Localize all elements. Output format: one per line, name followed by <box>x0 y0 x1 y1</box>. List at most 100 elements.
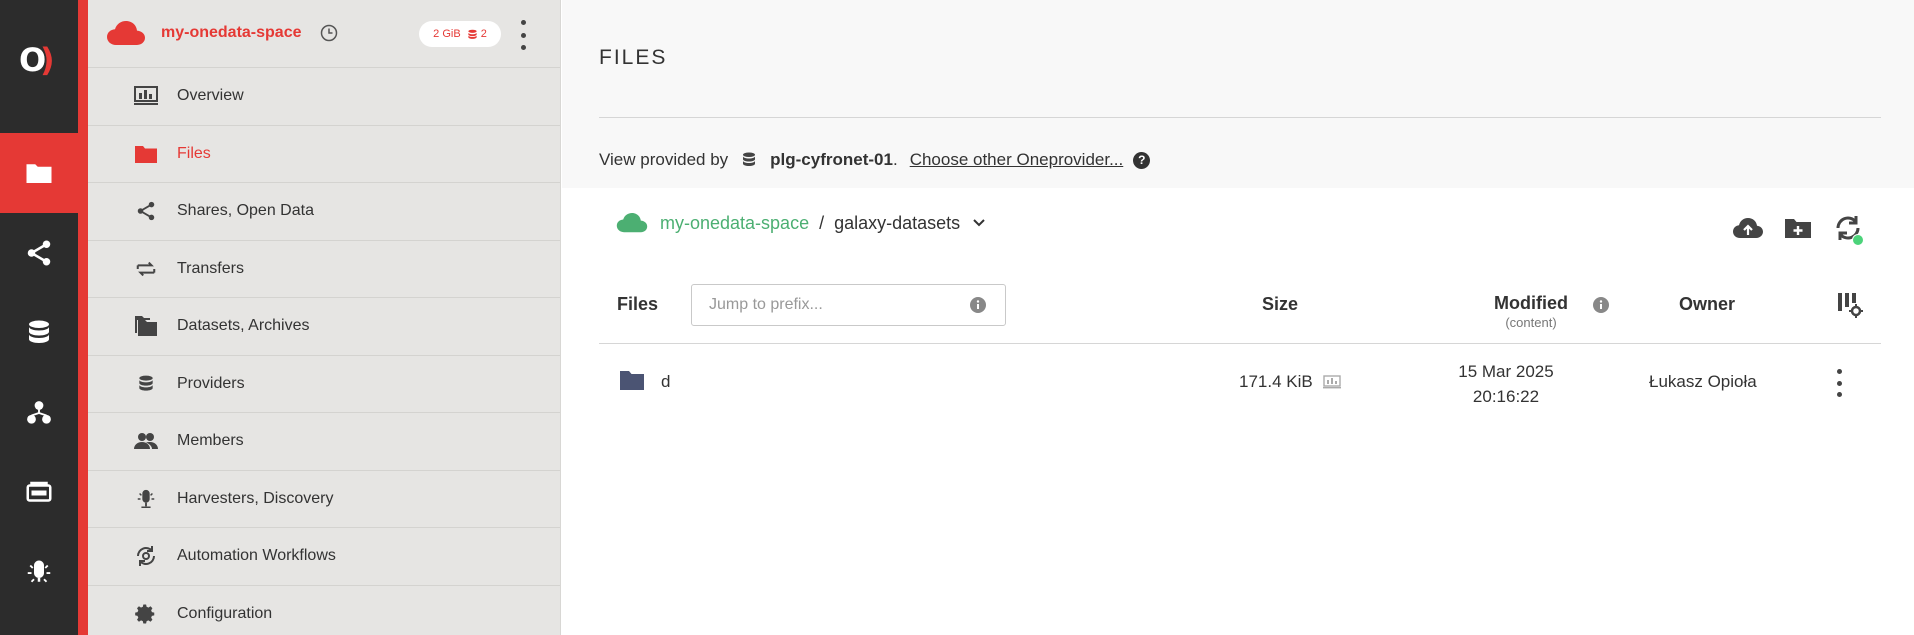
space-sidebar: my-onedata-space 2 GiB 2 Overview Files <box>88 0 561 635</box>
sidebar-item-datasets[interactable]: Datasets, Archives <box>88 298 560 356</box>
space-name[interactable]: my-onedata-space <box>161 24 302 42</box>
sidebar-item-transfers[interactable]: Transfers <box>88 241 560 298</box>
harvester-icon <box>27 560 51 583</box>
cloud-upload-icon <box>1733 218 1763 238</box>
sidebar-item-harvesters[interactable]: Harvesters, Discovery <box>88 471 560 528</box>
sidebar-item-label: Configuration <box>177 604 273 622</box>
breadcrumb-separator: / <box>819 212 825 233</box>
sidebar-item-label: Transfers <box>177 259 244 277</box>
column-header-files[interactable]: Files <box>617 294 658 315</box>
breadcrumb-space[interactable]: my-onedata-space <box>660 213 809 234</box>
space-badges[interactable]: 2 GiB 2 <box>419 21 501 47</box>
chevron-down-icon[interactable] <box>972 218 986 228</box>
column-header-owner[interactable]: Owner <box>1679 294 1735 315</box>
new-directory-button[interactable] <box>1782 212 1814 244</box>
space-header: my-onedata-space 2 GiB 2 <box>88 0 560 68</box>
space-more-button[interactable] <box>518 20 528 50</box>
sidebar-item-configuration[interactable]: Configuration <box>88 586 560 635</box>
sidebar-item-automation[interactable]: Automation Workflows <box>88 528 560 586</box>
share-icon <box>133 198 159 224</box>
database-icon <box>743 152 756 166</box>
rail-item-shares[interactable] <box>0 213 78 293</box>
database-icon <box>468 29 477 39</box>
column-header-modified-label: Modified <box>1494 293 1568 313</box>
sidebar-item-label: Automation Workflows <box>177 547 336 565</box>
automation-icon <box>133 543 159 569</box>
quota-badge: 2 GiB <box>433 28 461 40</box>
sidebar-item-overview[interactable]: Overview <box>88 68 560 126</box>
providers-count: 2 <box>480 28 487 40</box>
rail-item-tokens[interactable] <box>0 453 78 533</box>
status-dot <box>1852 234 1864 246</box>
file-owner: Łukasz Opioła <box>1649 372 1757 391</box>
rail-accent-bar <box>78 0 88 635</box>
table-row[interactable]: d 171.4 KiB 15 Mar 2025 20:16:22 Łukasz … <box>599 345 1881 420</box>
file-actions-button[interactable] <box>1835 369 1843 397</box>
choose-provider-link[interactable]: Choose other Oneprovider... <box>910 150 1124 170</box>
jump-to-prefix-input[interactable] <box>692 285 952 325</box>
tokens-icon <box>26 481 52 502</box>
gear-icon <box>133 601 159 627</box>
rail-item-harvesters[interactable] <box>0 533 78 613</box>
jump-to-prefix-field[interactable] <box>691 284 1006 326</box>
provider-suffix: . <box>892 150 898 169</box>
overview-icon <box>133 83 159 109</box>
file-size-value: 171.4 KiB <box>1239 372 1313 391</box>
groups-icon <box>27 401 51 424</box>
columns-settings-button[interactable] <box>1835 290 1863 323</box>
folder-icon <box>133 141 159 167</box>
refresh-button[interactable] <box>1832 212 1864 246</box>
files-toolbar <box>1732 212 1864 246</box>
info-icon[interactable] <box>970 297 986 313</box>
column-header-size[interactable]: Size <box>1262 294 1298 315</box>
sidebar-item-label: Files <box>177 144 211 162</box>
folder-icon <box>26 164 52 183</box>
clock-icon[interactable] <box>320 24 338 42</box>
svg-text:): ) <box>40 42 55 76</box>
folder-icon <box>620 371 644 390</box>
sidebar-item-providers[interactable]: Providers <box>88 356 560 413</box>
column-header-modified[interactable]: Modified (content) <box>1461 293 1609 330</box>
sidebar-item-label: Shares, Open Data <box>177 202 314 220</box>
file-name[interactable]: d <box>661 372 670 392</box>
providers-count-badge: 2 <box>467 28 487 41</box>
column-header-modified-sub: (content) <box>1505 315 1557 330</box>
icon-rail: O ) <box>0 0 78 635</box>
cloud-icon <box>107 21 145 45</box>
datasets-icon <box>133 313 159 339</box>
sidebar-item-shares[interactable]: Shares, Open Data <box>88 183 560 241</box>
share-icon <box>27 240 51 266</box>
database-icon <box>29 320 49 343</box>
rail-item-groups[interactable] <box>0 373 78 453</box>
file-size: 171.4 KiB <box>1239 372 1341 392</box>
harvester-icon <box>133 486 159 512</box>
sidebar-item-label: Overview <box>177 87 244 105</box>
help-icon[interactable]: ? <box>1133 151 1151 169</box>
title-divider <box>599 117 1881 118</box>
columns-settings-icon <box>1838 293 1863 318</box>
rail-item-data[interactable] <box>0 133 78 213</box>
file-modified-date: 15 Mar 2025 <box>1458 362 1554 381</box>
files-table-header: Files Size Modified (content) Owner <box>599 280 1881 344</box>
file-modified-time: 20:16:22 <box>1472 387 1540 406</box>
size-stats-icon[interactable] <box>1322 375 1341 389</box>
sidebar-item-files[interactable]: Files <box>88 126 560 183</box>
sidebar-item-label: Providers <box>177 374 245 392</box>
sidebar-item-members[interactable]: Members <box>88 413 560 471</box>
sidebar-item-label: Datasets, Archives <box>177 317 310 335</box>
info-icon[interactable] <box>1593 297 1609 313</box>
onedata-logo[interactable]: O ) <box>0 0 78 118</box>
breadcrumb-current-dir[interactable]: galaxy-datasets <box>834 213 960 234</box>
provider-info: View provided by plg-cyfronet-01 . Choos… <box>599 150 1151 170</box>
provider-prefix: View provided by <box>599 150 729 169</box>
sidebar-item-label: Members <box>177 432 244 450</box>
breadcrumb: my-onedata-space / galaxy-datasets <box>616 212 986 234</box>
rail-item-providers[interactable] <box>0 293 78 373</box>
members-icon <box>133 428 159 454</box>
transfers-icon <box>133 256 159 282</box>
main-content: FILES View provided by plg-cyfronet-01 .… <box>562 0 1914 635</box>
page-title: FILES <box>599 46 668 69</box>
provider-name[interactable]: plg-cyfronet-01 <box>770 150 893 170</box>
upload-button[interactable] <box>1732 212 1764 244</box>
database-icon <box>133 371 159 397</box>
